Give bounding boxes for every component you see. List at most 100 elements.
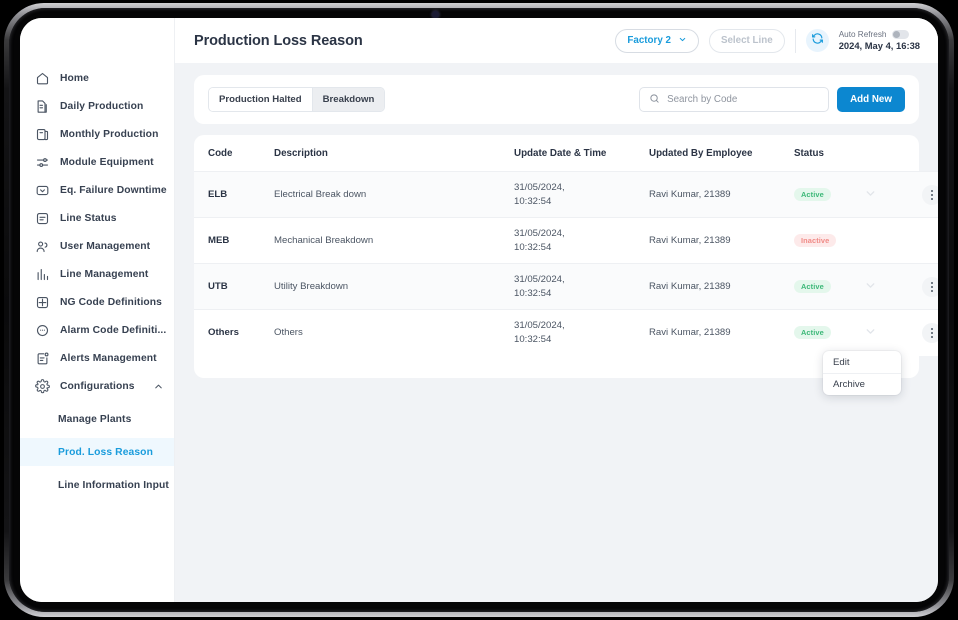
table-row[interactable]: UTB Utility Breakdown 31/05/2024, 10:32:… — [194, 263, 938, 310]
table-row[interactable]: Others Others 31/05/2024, 10:32:54 Ravi … — [194, 309, 938, 356]
sidebar-item-label: Eq. Failure Downtime — [60, 184, 167, 196]
row-actions-menu-button[interactable] — [921, 184, 938, 205]
tab-group: Production Halted Breakdown — [208, 87, 386, 112]
context-menu-item-archive[interactable]: Archive — [823, 373, 901, 395]
sidebar-item-monthly-production[interactable]: Monthly Production — [20, 120, 174, 148]
context-menu-item-edit[interactable]: Edit — [823, 351, 901, 373]
chevron-down-icon[interactable] — [864, 282, 877, 295]
gear-icon — [34, 378, 50, 394]
cell-expand[interactable] — [864, 263, 909, 310]
cell-employee: Ravi Kumar, 21389 — [649, 263, 794, 310]
cell-date: 31/05/2024, — [514, 227, 565, 239]
search-box[interactable] — [639, 87, 830, 112]
toolbar-card: Production Halted Breakdown Search by Co… — [194, 75, 919, 124]
sidebar-item-label: Alarm Code Definiti... — [60, 324, 167, 336]
cell-code: Others — [194, 309, 274, 356]
cell-time: 10:32:54 — [514, 287, 552, 299]
row-menu-wrap — [909, 231, 938, 251]
cell-description: Mechanical Breakdown — [274, 217, 514, 264]
sidebar-item-eq-failure-downtime[interactable]: Eq. Failure Downtime — [20, 176, 174, 204]
sidebar-item-daily-production[interactable]: Daily Production — [20, 92, 174, 120]
cell-actions[interactable] — [909, 309, 938, 356]
refresh-button[interactable] — [805, 29, 829, 52]
auto-refresh-row: Auto Refresh — [839, 30, 920, 39]
daily-production-icon — [34, 98, 50, 114]
row-context-menu: Edit Archive — [823, 351, 901, 395]
tab-production-halted[interactable]: Production Halted — [209, 88, 312, 111]
cell-employee: Ravi Kumar, 21389 — [649, 189, 731, 200]
chevron-down-icon[interactable] — [864, 190, 877, 203]
table-body: ELB Electrical Break down 31/05/2024, 10… — [194, 171, 938, 356]
cell-expand[interactable] — [864, 217, 909, 264]
factory-selector[interactable]: Factory 2 — [615, 28, 699, 53]
column-header-actions — [909, 135, 938, 172]
cell-actions[interactable] — [909, 217, 938, 264]
loss-reason-table: Code Description Update Date & Time Upda… — [194, 135, 938, 356]
row-menu-wrap — [909, 276, 938, 297]
divider — [794, 28, 796, 53]
front-camera-icon — [432, 11, 439, 18]
refresh-icon — [811, 32, 824, 50]
sidebar-item-alerts-management[interactable]: Alerts Management — [20, 344, 174, 372]
cell-code: UTB — [194, 263, 274, 310]
sidebar-item-label: Monthly Production — [60, 128, 159, 140]
table-card: Code Description Update Date & Time Upda… — [194, 135, 938, 395]
top-bar-controls: Factory 2 Select Line Auto Refresh 2024,… — [615, 28, 920, 53]
column-header-expand — [864, 135, 909, 172]
sidebar-item-home[interactable]: Home — [20, 64, 174, 92]
sidebar-subitem-line-information-input[interactable]: Line Information Input — [20, 471, 174, 499]
cell-actions[interactable] — [909, 172, 938, 218]
factory-selector-label: Factory 2 — [627, 35, 671, 46]
cell-update-datetime: 31/05/2024, 10:32:54 — [514, 263, 649, 310]
sidebar-item-module-equipment[interactable]: Module Equipment — [20, 148, 174, 176]
sidebar-item-configurations[interactable]: Configurations — [20, 372, 174, 400]
sidebar-item-line-management[interactable]: Line Management — [20, 260, 174, 288]
auto-refresh-label: Auto Refresh — [838, 30, 887, 39]
table-row[interactable]: MEB Mechanical Breakdown 31/05/2024, 10:… — [194, 217, 938, 264]
cell-description: Others — [274, 309, 514, 356]
sidebar-subitem-prod-loss-reason[interactable]: Prod. Loss Reason — [20, 438, 174, 466]
status-badge: Active — [794, 280, 831, 293]
auto-refresh-meta: Auto Refresh 2024, May 4, 16:38 — [839, 30, 920, 51]
chevron-down-icon[interactable] — [864, 328, 877, 341]
cell-status: Active — [794, 309, 864, 356]
row-actions-menu-button[interactable] — [921, 276, 938, 297]
cell-actions[interactable] — [909, 263, 938, 310]
cell-status: Inactive — [794, 217, 864, 264]
auto-refresh-toggle[interactable] — [892, 30, 910, 39]
row-menu-wrap — [909, 322, 938, 343]
bar-chart-icon — [34, 266, 50, 282]
cell-expand[interactable] — [864, 172, 909, 218]
tablet-device: Home Daily Production Monthly Production… — [0, 0, 958, 620]
status-badge: Active — [794, 188, 831, 201]
cell-employee: Ravi Kumar, 21389 — [649, 309, 794, 356]
chevron-up-icon — [153, 381, 164, 392]
add-new-button[interactable]: Add New — [837, 87, 905, 112]
home-icon — [34, 70, 50, 86]
row-actions-menu-button[interactable] — [921, 322, 938, 343]
alarm-code-icon — [34, 322, 50, 338]
tab-breakdown[interactable]: Breakdown — [311, 88, 385, 111]
search-input[interactable] — [667, 94, 820, 105]
tab-label: Breakdown — [322, 94, 375, 105]
sidebar-item-alarm-code-definitions[interactable]: Alarm Code Definiti... — [20, 316, 174, 344]
chevron-down-icon — [678, 35, 687, 47]
cell-expand[interactable] — [864, 309, 909, 356]
cell-status: Active — [794, 172, 864, 218]
table-row[interactable]: ELB Electrical Break down 31/05/2024, 10… — [194, 171, 938, 218]
sidebar-item-line-status[interactable]: Line Status — [20, 204, 174, 232]
sidebar-item-user-management[interactable]: User Management — [20, 232, 174, 260]
sidebar-item-label: Home — [60, 72, 90, 84]
cell-code: MEB — [194, 217, 274, 264]
sidebar: Home Daily Production Monthly Production… — [20, 18, 175, 602]
users-icon — [34, 238, 50, 254]
line-selector[interactable]: Select Line — [708, 28, 785, 53]
column-header-updated-by: Updated By Employee — [649, 135, 794, 172]
sidebar-item-ng-code-definitions[interactable]: NG Code Definitions — [20, 288, 174, 316]
sidebar-subitem-manage-plants[interactable]: Manage Plants — [20, 405, 174, 433]
sidebar-subitem-label: Prod. Loss Reason — [58, 446, 153, 458]
failure-downtime-icon — [34, 182, 50, 198]
tab-label: Production Halted — [219, 94, 302, 105]
sidebar-subitem-label: Manage Plants — [58, 413, 132, 425]
cell-date: 31/05/2024, — [514, 181, 565, 193]
